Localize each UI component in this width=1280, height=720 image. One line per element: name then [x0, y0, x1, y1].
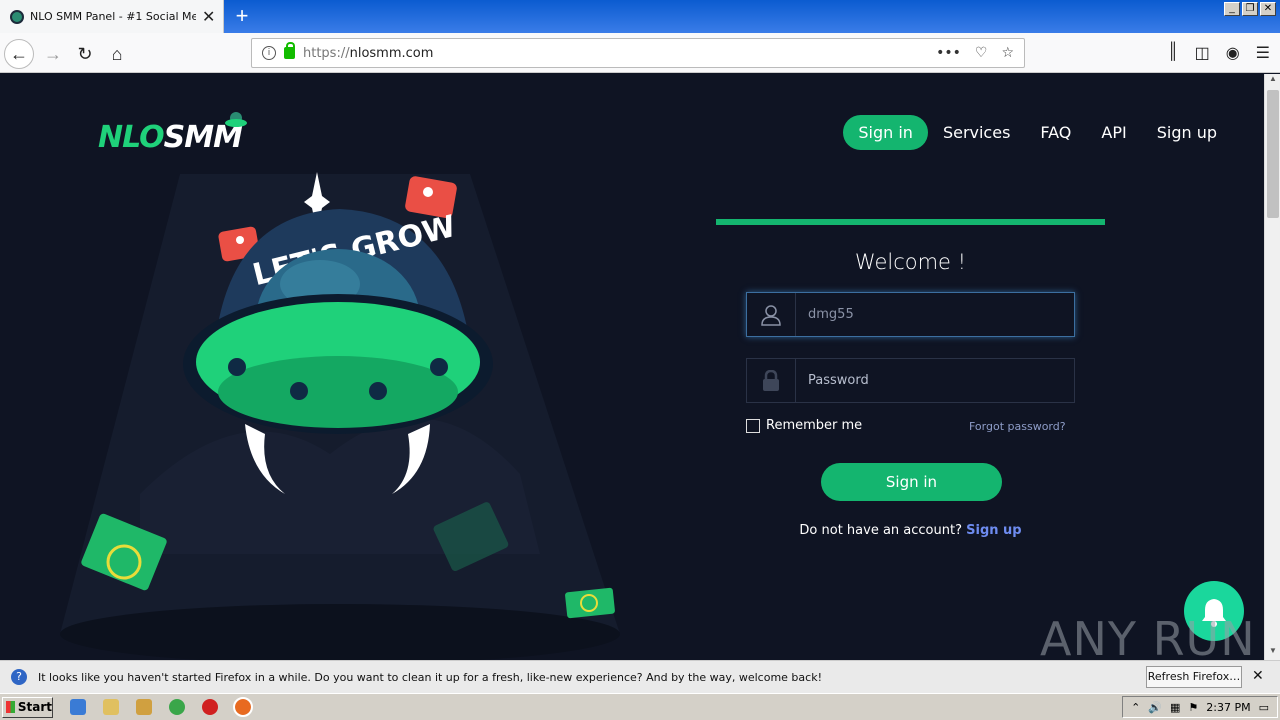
username-field[interactable]: dmg55	[746, 292, 1075, 337]
show-desktop-icon[interactable]: ▭	[1259, 701, 1269, 714]
pocket-icon[interactable]: ♡	[975, 45, 988, 61]
menu-icon[interactable]: ☰	[1256, 43, 1270, 63]
forgot-password-link[interactable]: Forgot password?	[969, 420, 1066, 433]
title-bar: NLO SMM Panel - #1 Social Media Panel ✕ …	[0, 0, 1280, 33]
bookmark-star-icon[interactable]: ☆	[1001, 45, 1014, 61]
action-center-icon[interactable]: ⚑	[1188, 701, 1198, 714]
window-controls: _ ❐ ✕	[1224, 2, 1276, 16]
main-nav: Sign in Services FAQ API Sign up	[843, 115, 1232, 150]
nav-faq[interactable]: FAQ	[1025, 115, 1086, 150]
password-field[interactable]: Password	[746, 358, 1075, 403]
welcome-heading: Welcome !	[854, 250, 967, 274]
remember-label: Remember me	[766, 418, 863, 433]
sidebar-icon[interactable]: ◫	[1195, 43, 1210, 63]
url-text: https://nlosmm.com	[303, 46, 433, 61]
url-host: nlosmm.com	[349, 45, 434, 61]
system-tray: ⌃ 🔊 ▦ ⚑ 2:37 PM ▭	[1122, 696, 1278, 718]
user-icon	[747, 293, 796, 336]
account-icon[interactable]: ◉	[1226, 43, 1240, 63]
site-logo[interactable]: NLOSMM	[98, 120, 243, 155]
library-icon[interactable]: ║	[1167, 43, 1178, 63]
minimize-button[interactable]: _	[1224, 2, 1240, 16]
notification-message: It looks like you haven't started Firefo…	[38, 670, 822, 684]
remember-checkbox[interactable]	[746, 418, 760, 433]
forward-arrow-icon[interactable]: →	[38, 39, 68, 69]
window-close-button[interactable]: ✕	[1260, 2, 1276, 16]
signup-link[interactable]: Sign up	[966, 523, 1021, 538]
tray-expand-icon[interactable]: ⌃	[1131, 701, 1140, 714]
media-player-icon[interactable]	[136, 699, 152, 715]
logo-ufo-icon	[225, 112, 247, 127]
password-input[interactable]: Password	[796, 359, 869, 402]
secure-lock-icon	[284, 42, 295, 59]
page-info-icon[interactable]: i	[262, 46, 276, 60]
nav-api[interactable]: API	[1086, 115, 1141, 150]
nav-signin[interactable]: Sign in	[843, 115, 928, 150]
back-arrow-icon[interactable]: ←	[4, 39, 34, 69]
site-favicon-icon	[10, 9, 24, 24]
start-label: Start	[17, 700, 52, 714]
windows-taskbar: Start ⌃ 🔊 ▦ ⚑ 2:37 PM ▭	[0, 693, 1280, 720]
page-content: LET'S GROW NLOSMM Sign in Services FAQ A…	[0, 74, 1264, 660]
reload-icon[interactable]: ↻	[70, 39, 100, 69]
new-tab-button[interactable]: +	[230, 3, 254, 29]
page-scrollbar[interactable]: ▲ ▼	[1264, 74, 1280, 660]
notification-close-icon[interactable]: ✕	[1252, 668, 1264, 684]
clock: 2:37 PM	[1206, 700, 1251, 714]
browser-tab[interactable]: NLO SMM Panel - #1 Social Media Panel ✕	[0, 0, 224, 33]
maximize-button[interactable]: ❐	[1242, 2, 1258, 16]
volume-icon[interactable]: 🔊	[1148, 701, 1162, 714]
home-icon[interactable]: ⌂	[102, 39, 132, 69]
network-icon[interactable]: ▦	[1170, 701, 1180, 714]
logo-nlo: NLO	[98, 120, 165, 155]
opera-icon[interactable]	[202, 699, 218, 715]
tab-title: NLO SMM Panel - #1 Social Media Panel	[30, 10, 196, 23]
nav-signup[interactable]: Sign up	[1142, 115, 1232, 150]
nav-toolbar: ← → ↻ ⌂ i https://nlosmm.com ••• ♡ ☆ ║ ◫…	[0, 33, 1280, 73]
scroll-thumb[interactable]	[1267, 90, 1279, 218]
username-input[interactable]: dmg55	[796, 293, 854, 336]
signin-button[interactable]: Sign in	[821, 463, 1002, 501]
ie-icon[interactable]	[70, 699, 86, 715]
form-accent-bar	[716, 219, 1105, 225]
windows-logo-icon	[6, 701, 15, 713]
start-button[interactable]: Start	[2, 696, 53, 718]
question-icon: ?	[11, 669, 27, 685]
scroll-down-icon[interactable]: ▼	[1265, 646, 1280, 660]
chrome-icon[interactable]	[169, 699, 185, 715]
remember-me[interactable]: Remember me	[746, 418, 862, 433]
firefox-notification-bar: ? It looks like you haven't started Fire…	[0, 660, 1280, 693]
url-bar[interactable]: i https://nlosmm.com ••• ♡ ☆	[251, 38, 1025, 68]
page-actions-icon[interactable]: •••	[936, 45, 961, 61]
explorer-icon[interactable]	[103, 699, 119, 715]
no-account-text: Do not have an account?	[799, 523, 962, 538]
scroll-up-icon[interactable]: ▲	[1265, 74, 1280, 88]
firefox-icon[interactable]	[233, 697, 253, 717]
anyrun-watermark: ANY RUN	[1040, 612, 1256, 660]
lock-icon	[747, 359, 796, 402]
refresh-firefox-button[interactable]: Refresh Firefox…	[1146, 666, 1242, 688]
tab-close-icon[interactable]: ✕	[202, 7, 215, 26]
nav-services[interactable]: Services	[928, 115, 1025, 150]
signup-prompt: Do not have an account? Sign up	[716, 523, 1105, 538]
url-protocol: https://	[303, 45, 350, 61]
